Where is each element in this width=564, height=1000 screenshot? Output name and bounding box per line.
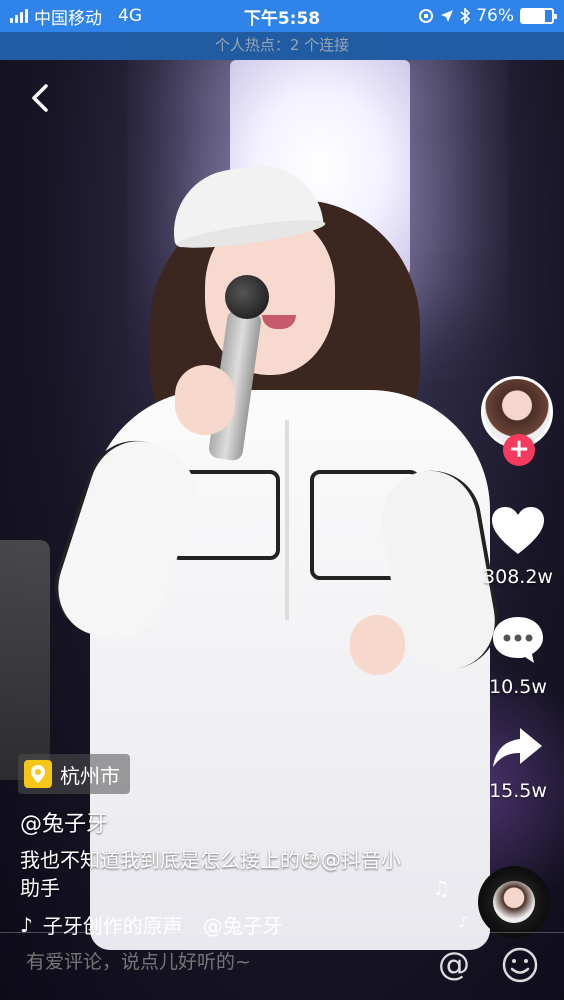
- floating-note-icon: ♪: [458, 912, 469, 931]
- comment-input[interactable]: [26, 951, 406, 973]
- disc-cover: [493, 881, 535, 923]
- share-arrow-icon: [493, 728, 542, 767]
- video-caption: 我也不知道我到底是怎么接上的😳@抖音小助手: [20, 848, 401, 900]
- status-right: 76%: [344, 6, 557, 26]
- author-avatar-group[interactable]: +: [481, 376, 555, 466]
- status-left: 中国移动 4G: [10, 4, 220, 29]
- author-username[interactable]: @兔子牙: [20, 806, 108, 838]
- battery-percent: 76%: [476, 6, 514, 26]
- network-label: 4G: [118, 6, 142, 26]
- background-prop: [0, 540, 50, 780]
- comment-count: 10.5w: [489, 676, 547, 698]
- back-button[interactable]: [22, 78, 62, 118]
- carrier-label: 中国移动: [34, 8, 102, 29]
- emoji-button[interactable]: [500, 945, 540, 985]
- like-count: 308.2w: [483, 566, 553, 588]
- share-count: 15.5w: [489, 780, 547, 802]
- floating-note-icon: ♫: [432, 876, 450, 900]
- like-button[interactable]: 308.2w: [478, 506, 558, 588]
- status-bar: 中国移动 4G 下午5:58 76%: [0, 0, 564, 32]
- smiley-icon: [502, 947, 538, 983]
- singer-hand: [350, 615, 405, 675]
- location-pin-icon: [24, 760, 52, 788]
- location-tag[interactable]: 杭州市: [18, 754, 130, 794]
- share-button[interactable]: 15.5w: [478, 726, 558, 802]
- location-label: 杭州市: [60, 763, 120, 788]
- follow-button[interactable]: +: [503, 434, 535, 466]
- comment-button[interactable]: 10.5w: [478, 614, 558, 698]
- status-time: 下午5:58: [243, 8, 321, 29]
- hotspot-banner[interactable]: 个人热点：2 个连接: [0, 32, 564, 60]
- location-arrow-icon: [441, 10, 454, 22]
- chevron-left-icon: [32, 84, 48, 112]
- music-disc[interactable]: [478, 866, 550, 938]
- microphone-head: [225, 275, 269, 319]
- mention-button[interactable]: @: [436, 945, 472, 985]
- heart-icon: [492, 507, 544, 554]
- comment-bubble-icon: [493, 617, 543, 663]
- battery-icon: [520, 8, 557, 24]
- bluetooth-icon: [460, 8, 471, 24]
- signal-icon: [10, 9, 28, 23]
- comment-bar: @: [0, 932, 564, 1000]
- singer-hand: [175, 365, 235, 435]
- orientation-lock-icon: [419, 9, 434, 23]
